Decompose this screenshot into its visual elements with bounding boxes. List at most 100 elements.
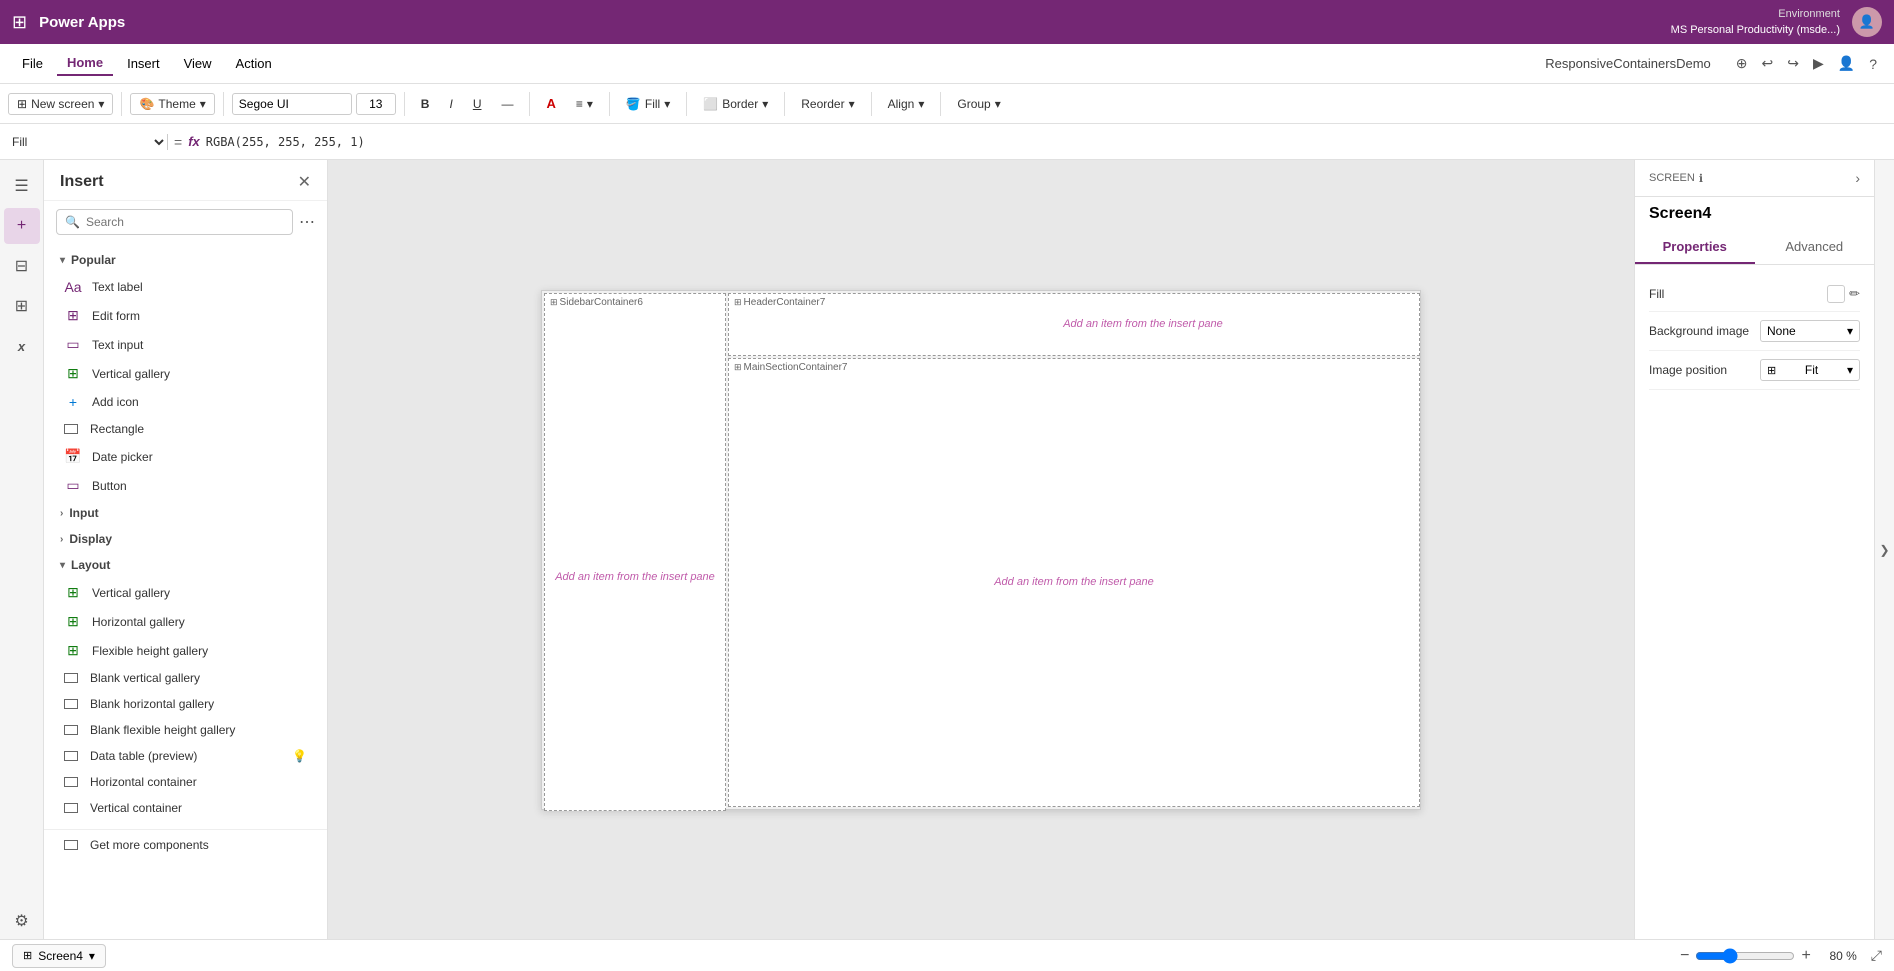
fill-color-box[interactable] (1827, 285, 1845, 303)
panel-item-rectangle[interactable]: Rectangle (44, 416, 327, 442)
right-panel-collapse-button[interactable]: ❯ (1874, 160, 1894, 939)
person-icon[interactable]: 👤 (1833, 53, 1860, 74)
align-button[interactable]: Align ▾ (880, 94, 933, 114)
underline-button[interactable]: U (465, 94, 490, 114)
waffle-icon[interactable]: ⊞ (12, 12, 27, 33)
fill-edit-icon[interactable]: ✏ (1849, 286, 1860, 302)
menu-action[interactable]: Action (226, 52, 282, 75)
help-icon[interactable]: ? (1864, 54, 1882, 74)
avatar[interactable]: 👤 (1852, 7, 1882, 37)
tab-properties[interactable]: Properties (1635, 231, 1755, 264)
font-size-input[interactable] (356, 93, 396, 115)
header-container[interactable]: ⊞ HeaderContainer7 Add an item from the … (728, 293, 1420, 356)
font-color-button[interactable]: A (538, 93, 563, 114)
panel-item-vertical-gallery[interactable]: ⊞ Vertical gallery (44, 359, 327, 388)
fill-button[interactable]: 🪣 Fill ▾ (618, 94, 678, 114)
theme-label: Theme (158, 97, 195, 111)
menu-file[interactable]: File (12, 52, 53, 75)
fullscreen-icon[interactable]: ⤢ (1871, 947, 1882, 964)
reorder-chevron: ▾ (849, 97, 855, 111)
zoom-slider[interactable] (1695, 948, 1795, 964)
formula-input[interactable] (206, 135, 1886, 149)
layout-item-blank-vertical-gallery[interactable]: Blank vertical gallery (44, 665, 327, 691)
layout-item-vertical-gallery[interactable]: ⊞ Vertical gallery (44, 578, 327, 607)
panel-item-date-picker[interactable]: 📅 Date picker (44, 442, 327, 471)
layout-item-flexible-height-gallery[interactable]: ⊞ Flexible height gallery (44, 636, 327, 665)
rectangle-icon (64, 424, 78, 434)
image-position-label: Image position (1649, 363, 1727, 377)
main-section-container[interactable]: ⊞ MainSectionContainer7 Add an item from… (728, 358, 1420, 807)
layout-section-header[interactable]: ▾ Layout (44, 552, 327, 578)
italic-button[interactable]: I (441, 94, 460, 114)
environment-info: Environment MS Personal Productivity (ms… (1671, 6, 1840, 39)
panel-title: Insert (60, 173, 104, 191)
layout-item-horizontal-container[interactable]: Horizontal container (44, 769, 327, 795)
settings-icon[interactable]: ⚙ (4, 903, 40, 939)
new-screen-button[interactable]: ⊞ New screen ▾ (8, 93, 113, 115)
close-icon[interactable]: ✕ (298, 172, 311, 192)
group-button[interactable]: Group ▾ (949, 94, 1008, 114)
image-position-select[interactable]: ⊞ Fit ▾ (1760, 359, 1860, 381)
tree-view-icon[interactable]: ⊟ (4, 248, 40, 284)
reorder-label: Reorder (801, 97, 844, 111)
screen-title: Screen4 (1635, 197, 1874, 231)
strikethrough-button[interactable]: — (493, 94, 521, 114)
menu-view[interactable]: View (174, 52, 222, 75)
popular-section-header[interactable]: ▾ Popular (44, 247, 327, 273)
layout-item-blank-flexible-height-gallery[interactable]: Blank flexible height gallery (44, 717, 327, 743)
add-control-icon[interactable]: + (4, 208, 40, 244)
main-layout: ☰ + ⊟ ⊞ x ⚙ Insert ✕ 🔍 ⋯ ▾ Popular Aa (0, 160, 1894, 939)
hamburger-icon[interactable]: ☰ (4, 168, 40, 204)
connect-icon[interactable]: ⊕ (1731, 53, 1753, 74)
tab-advanced[interactable]: Advanced (1755, 231, 1875, 264)
layout-item-horizontal-gallery[interactable]: ⊞ Horizontal gallery (44, 607, 327, 636)
panel-item-edit-form[interactable]: ⊞ Edit form (44, 301, 327, 330)
sidebar-container[interactable]: ⊞ SidebarContainer6 Add an item from the… (544, 293, 726, 811)
fx-icon[interactable]: fx (188, 134, 200, 149)
screen-info-icon[interactable]: ℹ (1699, 172, 1703, 185)
search-input[interactable] (86, 215, 284, 229)
right-panel-expand-icon[interactable]: › (1855, 170, 1860, 186)
undo-icon[interactable]: ↩ (1757, 53, 1779, 74)
zoom-plus-button[interactable]: + (1801, 947, 1810, 965)
bg-image-select[interactable]: None ▾ (1760, 320, 1860, 342)
property-select[interactable]: Fill (8, 134, 168, 150)
left-nav: ☰ + ⊟ ⊞ x ⚙ (0, 160, 44, 939)
panel-item-add-icon[interactable]: + Add icon (44, 388, 327, 416)
get-more-components[interactable]: Get more components (44, 829, 327, 858)
zoom-minus-button[interactable]: − (1680, 947, 1689, 965)
font-name-input[interactable] (232, 93, 352, 115)
reorder-button[interactable]: Reorder ▾ (793, 94, 862, 114)
play-icon[interactable]: ▶ (1808, 53, 1829, 74)
redo-icon[interactable]: ↪ (1782, 53, 1804, 74)
layout-bfhgallery-icon (64, 725, 78, 735)
screen-tab[interactable]: ⊞ Screen4 ▾ (12, 944, 106, 968)
image-position-icon: ⊞ (1767, 364, 1776, 377)
env-label: Environment (1671, 6, 1840, 23)
menu-home[interactable]: Home (57, 51, 113, 76)
display-section-header[interactable]: › Display (44, 526, 327, 552)
screen-tab-icon: ⊞ (23, 949, 32, 962)
new-screen-icon: ⊞ (17, 97, 27, 111)
layout-item-vertical-container[interactable]: Vertical container (44, 795, 327, 821)
panel-item-text-label[interactable]: Aa Text label (44, 273, 327, 301)
layout-item-data-table[interactable]: Data table (preview) 💡 (44, 743, 327, 769)
text-align-button[interactable]: ≡ ▾ (568, 94, 601, 114)
panel-item-text-input[interactable]: ▭ Text input (44, 330, 327, 359)
screen-tab-name: Screen4 (38, 949, 83, 963)
theme-button[interactable]: 🎨 Theme ▾ (130, 93, 214, 115)
screen-tab-chevron: ▾ (89, 949, 95, 963)
border-label: Border (722, 97, 758, 111)
data-icon[interactable]: ⊞ (4, 288, 40, 324)
more-options-icon[interactable]: ⋯ (299, 212, 315, 232)
border-button[interactable]: ⬜ Border ▾ (695, 94, 776, 114)
input-section-header[interactable]: › Input (44, 500, 327, 526)
app-name-display: ResponsiveContainersDemo (1545, 56, 1710, 71)
panel-item-button[interactable]: ▭ Button (44, 471, 327, 500)
bold-button[interactable]: B (413, 94, 438, 114)
layout-item-blank-horizontal-gallery[interactable]: Blank horizontal gallery (44, 691, 327, 717)
fill-icon: 🪣 (626, 97, 641, 111)
variable-icon[interactable]: x (4, 328, 40, 364)
layout-bhgallery-icon (64, 699, 78, 709)
menu-insert[interactable]: Insert (117, 52, 170, 75)
